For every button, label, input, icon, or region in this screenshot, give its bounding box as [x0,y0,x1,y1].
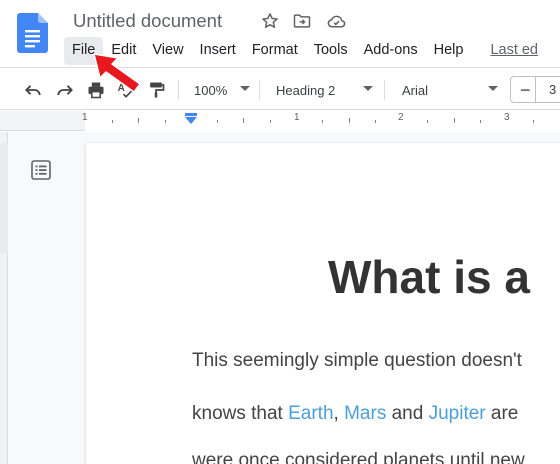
ruler-tick [217,120,218,123]
cloud-saved-icon[interactable] [325,10,347,32]
indent-marker-icon[interactable] [184,113,198,125]
toolbar-divider [384,80,385,100]
toolbar-divider [259,80,260,100]
document-heading[interactable]: What is a [328,250,530,304]
menu-insert[interactable]: Insert [192,37,244,65]
ruler-tick [138,118,139,123]
move-to-folder-icon[interactable] [291,10,313,32]
jupiter-link[interactable]: Jupiter [429,403,486,424]
red-arrow-annotation-icon [93,53,141,93]
font-select[interactable]: Arial [402,78,428,102]
menu-help[interactable]: Help [426,37,472,65]
mars-link[interactable]: Mars [344,403,386,424]
redo-icon[interactable] [53,78,77,102]
ruler-tick [322,120,323,123]
ruler-number: 2 [398,112,404,123]
document-title[interactable]: Untitled document [73,10,222,32]
vertical-ruler-page-area[interactable] [0,143,8,253]
ruler-tick [480,120,481,123]
ruler-tick [375,120,376,123]
font-size-input[interactable]: 3 [549,82,556,97]
text-run: are [485,403,519,424]
paragraph-line[interactable]: This seemingly simple question doesn't [192,350,522,372]
star-icon[interactable] [259,10,281,32]
earth-link[interactable]: Earth [288,403,333,424]
zoom-select[interactable]: 100% [194,78,227,102]
last-edit-link[interactable]: Last ed [471,37,546,65]
ruler-tick [165,120,166,123]
google-docs-logo-icon[interactable] [17,13,48,53]
undo-icon[interactable] [21,78,45,102]
ruler-tick [533,120,534,123]
zoom-dropdown-icon[interactable] [240,86,250,91]
ruler-number: 3 [504,112,510,123]
ruler-tick [112,120,113,123]
title-bar: Untitled document File Edit View Insert … [0,0,560,68]
ruler-number: 1 [294,112,300,123]
ruler-number: 1 [82,112,88,123]
toolbar-divider [178,80,179,100]
document-outline-icon[interactable] [29,158,53,182]
text-run: , [333,403,345,424]
ruler-tick [243,118,244,123]
ruler-tick [427,120,428,123]
paragraph-style-select[interactable]: Heading 2 [276,78,335,102]
toolbar: A 100% Heading 2 Arial [0,69,560,110]
ruler-tick [349,118,350,123]
ruler-tick [454,118,455,123]
menu-add-ons[interactable]: Add-ons [356,37,426,65]
ruler-tick [270,120,271,123]
menu-tools[interactable]: Tools [306,37,356,65]
style-dropdown-icon[interactable] [363,86,373,91]
menu-view[interactable]: View [144,37,191,65]
font-dropdown-icon[interactable] [488,86,498,91]
text-run: knows that [192,403,289,424]
font-size-divider [535,76,536,103]
paragraph-line[interactable]: were once considered planets until new [192,450,525,464]
decrease-font-size-button[interactable]: − [520,80,531,101]
paragraph-line[interactable]: knows that Earth, Mars and Jupiter are [192,403,518,425]
menu-format[interactable]: Format [244,37,306,65]
paint-format-icon[interactable] [144,78,168,102]
text-run: and [386,403,429,424]
